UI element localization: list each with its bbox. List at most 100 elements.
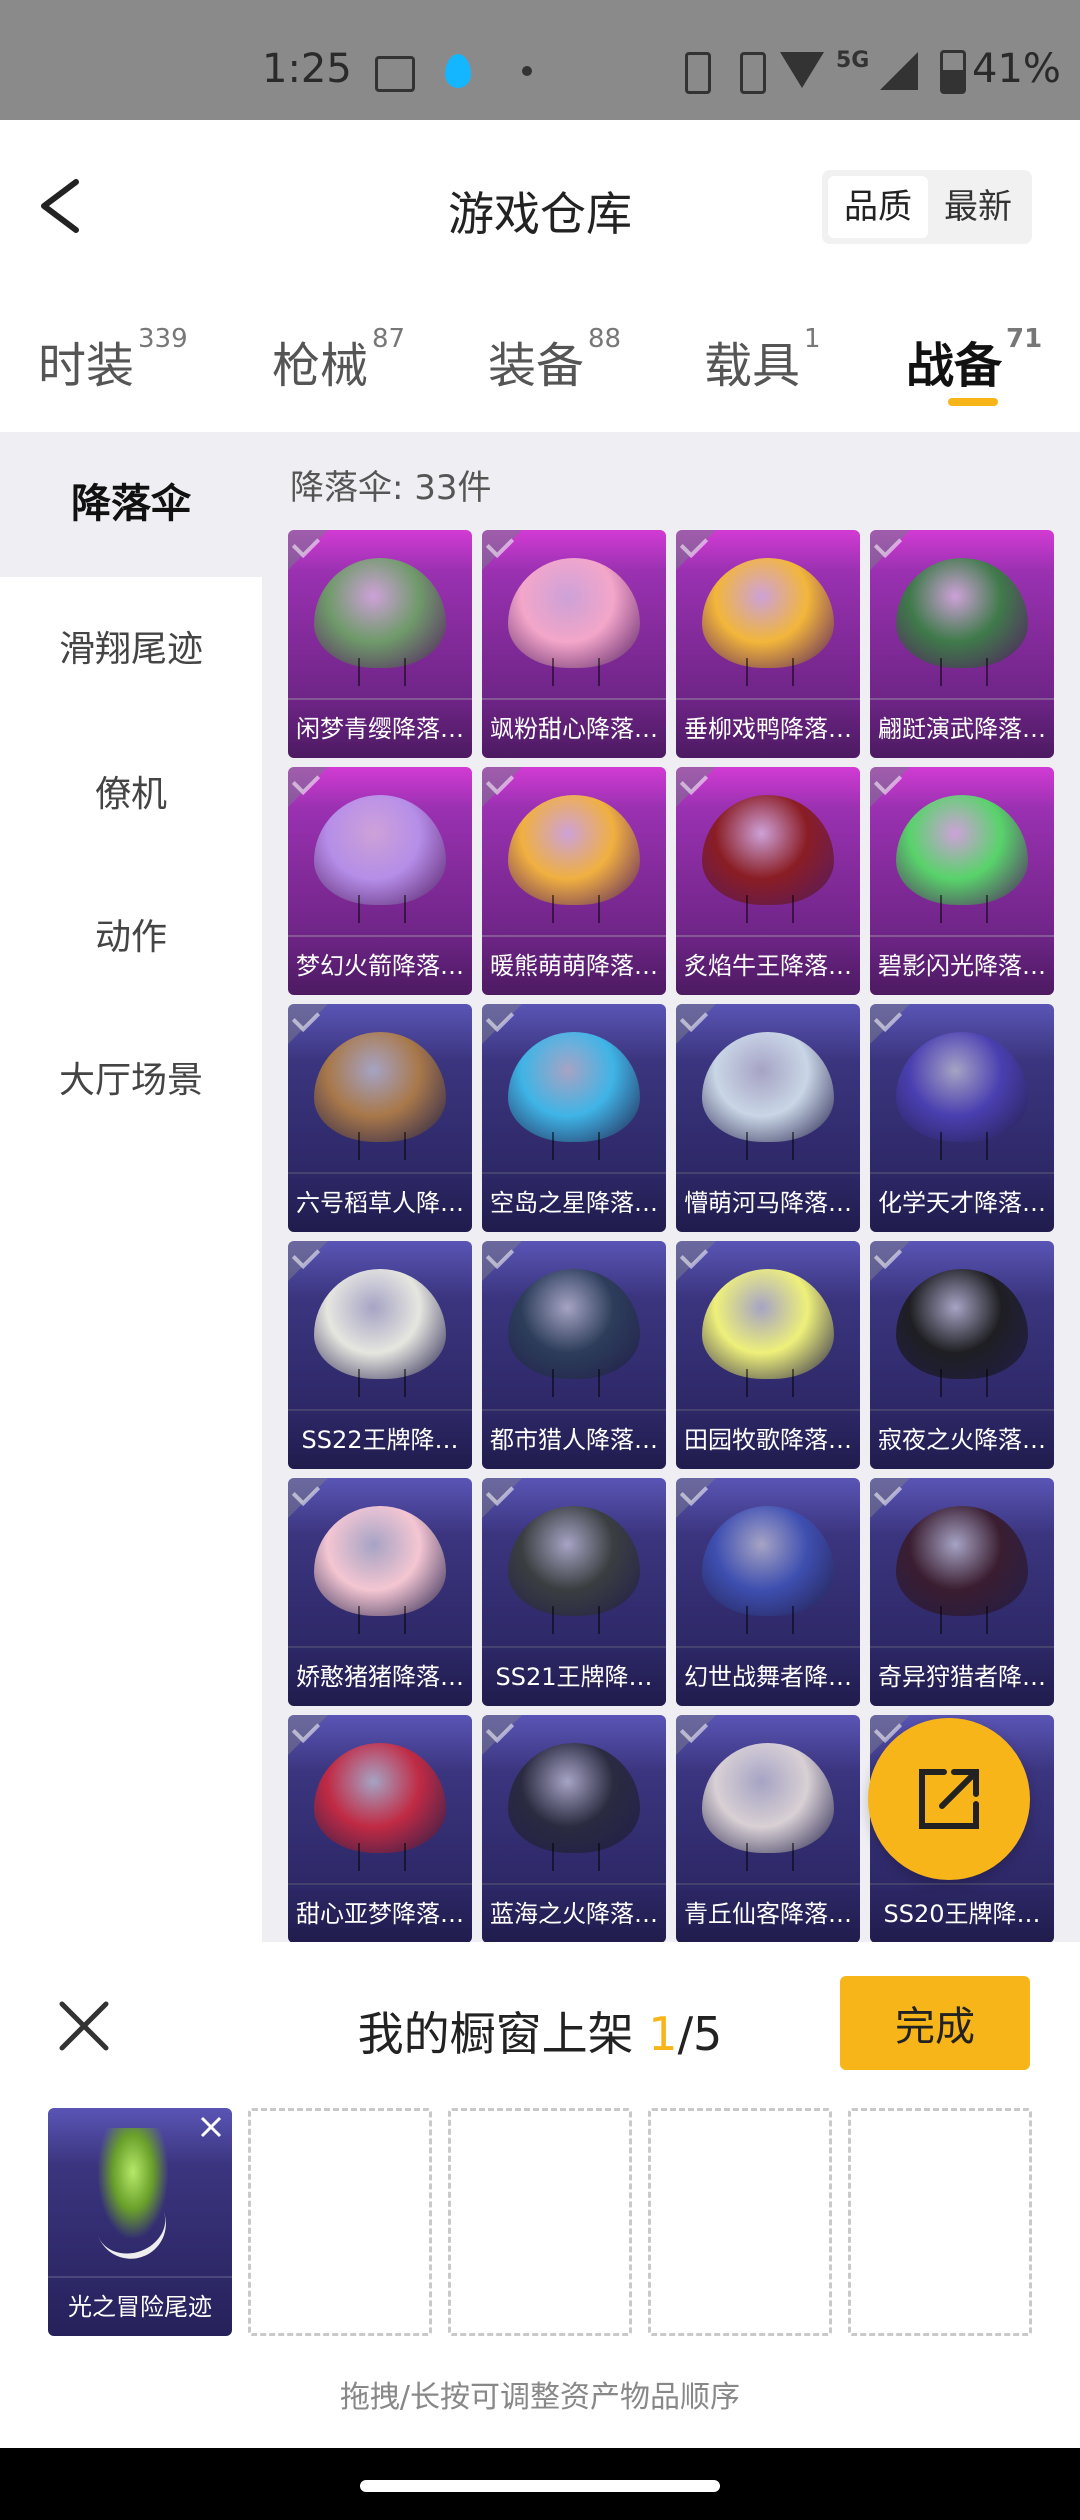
showcase-slots: 光之冒险尾迹 <box>48 2108 1048 2336</box>
parachute-lines <box>552 1132 600 1160</box>
showcase-total: /5 <box>677 2007 723 2061</box>
active-tab-indicator <box>948 398 998 406</box>
parachute-lines <box>358 1843 406 1871</box>
item-name: 炙焰牛王降落… <box>676 935 860 995</box>
item-name: 幻世战舞者降… <box>676 1646 860 1706</box>
parachute-lines <box>746 1132 794 1160</box>
parachute-lines <box>552 895 600 923</box>
item-card[interactable]: 空岛之星降落… <box>482 1004 666 1232</box>
showcase-slot-empty[interactable] <box>248 2108 432 2336</box>
item-count-label: 降落伞: 33件 <box>290 468 492 508</box>
item-name: 碧影闪光降落… <box>870 935 1054 995</box>
home-gesture-bar[interactable] <box>360 2480 720 2492</box>
remove-icon[interactable] <box>198 2114 224 2140</box>
signal-icon <box>880 52 918 90</box>
parachute-image <box>702 1506 834 1616</box>
item-card[interactable]: SS21王牌降… <box>482 1478 666 1706</box>
parachute-lines <box>746 895 794 923</box>
parachute-image <box>508 795 640 905</box>
network-type: 5G <box>836 48 870 73</box>
item-name: SS21王牌降… <box>482 1646 666 1706</box>
status-time: 1:25 <box>262 46 352 92</box>
tab-fashion[interactable]: 时装 339 <box>38 324 188 396</box>
parachute-image <box>508 1269 640 1379</box>
sidebar-item-parachute[interactable]: 降落伞 <box>0 432 262 577</box>
sidebar-item-lobby-scene[interactable]: 大厅场景 <box>0 1008 262 1153</box>
content-area: 降落伞 滑翔尾迹 僚机 动作 大厅场景 降落伞: 33件 闲梦青缨降落… 飒粉甜心… <box>0 432 1080 1942</box>
parachute-lines <box>358 1132 406 1160</box>
item-name: SS20王牌降… <box>870 1883 1054 1942</box>
done-button[interactable]: 完成 <box>840 1976 1030 2070</box>
parachute-lines <box>746 658 794 686</box>
item-card[interactable]: 梦幻火箭降落… <box>288 767 472 995</box>
parachute-image <box>314 1269 446 1379</box>
sort-quality-button[interactable]: 品质 <box>828 176 928 238</box>
parachute-lines <box>940 895 988 923</box>
item-card[interactable]: 田园牧歌降落… <box>676 1241 860 1469</box>
tab-equipment[interactable]: 装备 88 <box>488 324 621 396</box>
drop-icon <box>445 54 471 88</box>
battery-percent: 41% <box>972 46 1061 92</box>
item-card[interactable]: 碧影闪光降落… <box>870 767 1054 995</box>
item-card[interactable]: 蓝海之火降落… <box>482 1715 666 1942</box>
showcase-slot-empty[interactable] <box>848 2108 1032 2336</box>
item-card[interactable]: 奇异狩猎者降… <box>870 1478 1054 1706</box>
item-card[interactable]: 翩跹演武降落… <box>870 530 1054 758</box>
sidebar-item-glide-trail[interactable]: 滑翔尾迹 <box>0 577 262 722</box>
parachute-image <box>508 1506 640 1616</box>
item-name: 娇憨猪猪降落… <box>288 1646 472 1706</box>
parachute-lines <box>358 658 406 686</box>
item-card[interactable]: 化学天才降落… <box>870 1004 1054 1232</box>
item-name: 暖熊萌萌降落… <box>482 935 666 995</box>
sort-newest-button[interactable]: 最新 <box>928 176 1028 238</box>
item-card[interactable]: 飒粉甜心降落… <box>482 530 666 758</box>
item-name: 闲梦青缨降落… <box>288 698 472 758</box>
item-card[interactable]: 娇憨猪猪降落… <box>288 1478 472 1706</box>
showcase-slot-empty[interactable] <box>448 2108 632 2336</box>
item-name: 空岛之星降落… <box>482 1172 666 1232</box>
parachute-image <box>896 558 1028 668</box>
item-card[interactable]: 炙焰牛王降落… <box>676 767 860 995</box>
item-name: 垂柳戏鸭降落… <box>676 698 860 758</box>
parachute-lines <box>746 1369 794 1397</box>
tab-count: 1 <box>804 324 821 354</box>
showcase-slot[interactable]: 光之冒险尾迹 <box>48 2108 232 2336</box>
parachute-image <box>702 1743 834 1853</box>
item-card[interactable]: 寂夜之火降落… <box>870 1241 1054 1469</box>
parachute-lines <box>940 658 988 686</box>
item-name: 寂夜之火降落… <box>870 1409 1054 1469</box>
parachute-image <box>314 1032 446 1142</box>
parachute-image <box>314 795 446 905</box>
item-card[interactable]: 六号稻草人降… <box>288 1004 472 1232</box>
showcase-current-count: 1 <box>648 2007 678 2061</box>
parachute-image <box>508 558 640 668</box>
parachute-lines <box>552 658 600 686</box>
parachute-lines <box>552 1843 600 1871</box>
sidebar-item-emote[interactable]: 动作 <box>0 865 262 1010</box>
parachute-lines <box>940 1132 988 1160</box>
item-card[interactable]: 都市猎人降落… <box>482 1241 666 1469</box>
item-card[interactable]: 暖熊萌萌降落… <box>482 767 666 995</box>
item-name: 飒粉甜心降落… <box>482 698 666 758</box>
parachute-lines <box>940 1606 988 1634</box>
share-fab[interactable] <box>868 1718 1030 1880</box>
item-name: 懵萌河马降落… <box>676 1172 860 1232</box>
item-card[interactable]: 闲梦青缨降落… <box>288 530 472 758</box>
item-card[interactable]: 青丘仙客降落… <box>676 1715 860 1942</box>
parachute-lines <box>358 1606 406 1634</box>
item-card[interactable]: 垂柳戏鸭降落… <box>676 530 860 758</box>
showcase-slot-empty[interactable] <box>648 2108 832 2336</box>
tab-guns[interactable]: 枪械 87 <box>272 324 405 396</box>
system-nav-bar <box>0 2448 1080 2520</box>
sidebar-item-wingman[interactable]: 僚机 <box>0 722 262 867</box>
item-card[interactable]: 甜心亚梦降落… <box>288 1715 472 1942</box>
notes-icon <box>375 56 415 92</box>
parachute-image <box>896 1032 1028 1142</box>
item-card[interactable]: 懵萌河马降落… <box>676 1004 860 1232</box>
tab-vehicles[interactable]: 载具 1 <box>704 324 821 396</box>
dot-icon <box>522 66 532 76</box>
tab-battle-gear[interactable]: 战备 71 <box>906 324 1042 396</box>
nfc-icon <box>740 52 766 94</box>
item-card[interactable]: 幻世战舞者降… <box>676 1478 860 1706</box>
item-card[interactable]: SS22王牌降… <box>288 1241 472 1469</box>
